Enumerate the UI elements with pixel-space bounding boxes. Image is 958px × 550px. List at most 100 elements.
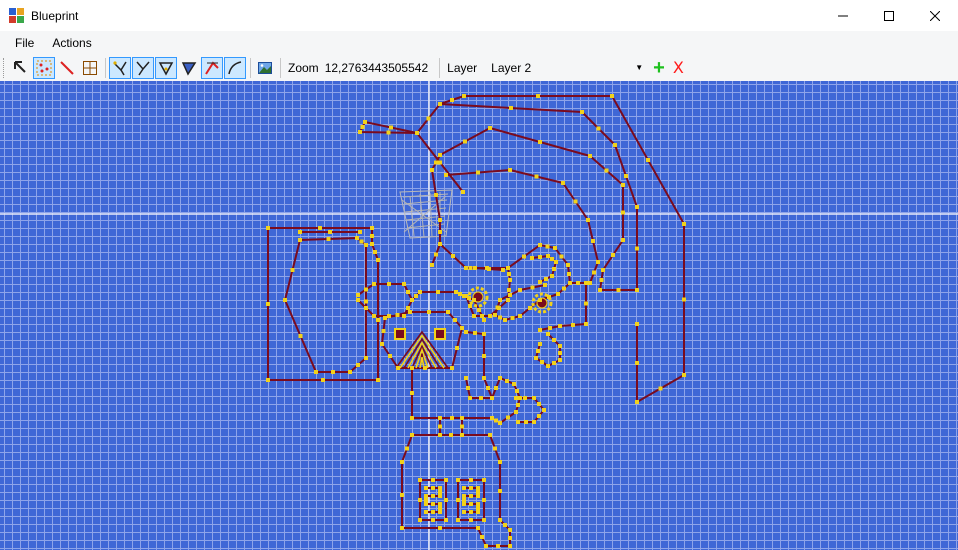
vertex-point <box>503 523 507 527</box>
grid-tool-button[interactable] <box>79 57 101 79</box>
vertex-point <box>479 396 483 400</box>
vertex-point <box>482 318 486 322</box>
vertex-point <box>472 298 476 302</box>
vertex-point <box>376 318 380 322</box>
vertex-point <box>501 268 505 272</box>
vertex-point <box>468 304 472 308</box>
vertex-point <box>418 518 422 522</box>
vertex-point <box>482 332 486 336</box>
maximize-button[interactable] <box>866 0 912 31</box>
vertex-point <box>469 494 473 498</box>
vertex-point <box>406 306 410 310</box>
vertex-point <box>314 370 318 374</box>
minimize-button[interactable] <box>820 0 866 31</box>
vertex-point <box>498 518 502 522</box>
vertex-tool-button[interactable] <box>33 56 55 79</box>
line-tool-button[interactable] <box>56 57 78 79</box>
vertex-point <box>400 526 404 530</box>
toolbar-separator <box>280 57 281 78</box>
vertex-point <box>364 306 368 310</box>
vertex-point <box>400 460 404 464</box>
vertex-point <box>476 170 480 175</box>
vertex-point <box>508 168 512 172</box>
vertex-point <box>464 376 468 380</box>
vertex-point <box>298 334 303 338</box>
vertex-point <box>476 490 480 494</box>
vertex-point <box>536 349 540 353</box>
sector-tool-button[interactable] <box>201 56 223 79</box>
vertex-point <box>376 378 380 382</box>
vertex-point <box>460 326 464 330</box>
vertex-point <box>453 318 457 322</box>
vertex-point <box>424 498 428 502</box>
vertex-point <box>540 360 544 364</box>
join-tool-button[interactable] <box>155 56 177 79</box>
vertex-point <box>592 270 596 275</box>
delete-layer-button[interactable]: X <box>673 58 684 77</box>
vertex-point <box>518 288 522 292</box>
vertex-point <box>469 486 473 490</box>
vertex-point <box>438 506 442 510</box>
toolbar-grip[interactable] <box>3 57 6 78</box>
draw-line-icon <box>60 60 74 75</box>
vertex-point <box>438 502 442 506</box>
vertex-point <box>438 490 442 494</box>
vertex-point <box>468 396 472 400</box>
pillar-marker <box>434 328 446 340</box>
vertex-point <box>538 255 542 259</box>
curve-tool-button[interactable] <box>224 56 246 79</box>
vertex-point <box>507 272 511 276</box>
curve-icon <box>228 60 242 74</box>
vertex-point <box>438 416 442 420</box>
vertex-point <box>380 342 384 346</box>
vertex-point <box>431 518 435 522</box>
vertex-point <box>436 290 440 294</box>
snap-tool-button[interactable] <box>109 56 131 79</box>
vertex-point <box>476 506 480 510</box>
blueprint-walls <box>267 95 685 547</box>
vertex-point <box>321 378 325 382</box>
vertex-point <box>418 478 422 482</box>
vertex-point <box>530 285 535 290</box>
vertex-point <box>505 379 509 383</box>
split-tool-button[interactable] <box>132 56 154 79</box>
vertex-point <box>462 486 466 490</box>
vertex-point <box>604 168 609 173</box>
move-tool-button[interactable] <box>178 57 200 79</box>
vertex-point <box>438 433 442 437</box>
vertex-point <box>418 290 422 294</box>
menu-file[interactable]: File <box>6 34 43 52</box>
close-button[interactable] <box>912 0 958 31</box>
background-image-button[interactable] <box>254 57 276 79</box>
layer-dropdown[interactable]: Layer 2 ▼ <box>487 58 647 78</box>
vertex-point <box>469 502 473 506</box>
vertex-point <box>364 299 368 304</box>
add-layer-button[interactable]: + <box>653 58 665 78</box>
vertex-point <box>360 125 365 129</box>
vertex-point <box>449 433 453 437</box>
wall-line <box>439 418 463 436</box>
vertex-point <box>528 306 532 310</box>
vertex-point <box>568 281 572 285</box>
vertex-point <box>488 314 492 318</box>
vertex-point <box>463 139 467 144</box>
blueprint-canvas[interactable] <box>0 81 958 550</box>
vertex-point <box>550 274 554 278</box>
vertex-point <box>388 354 392 358</box>
wall-line <box>463 487 479 513</box>
vertex-point <box>613 143 617 147</box>
vertex-point <box>558 324 562 328</box>
vertex-point <box>576 281 580 285</box>
vertex-point <box>586 218 590 222</box>
vertex-point <box>438 510 442 514</box>
select-tool-button[interactable] <box>10 57 32 79</box>
menu-actions[interactable]: Actions <box>43 34 100 52</box>
vertex-point <box>621 210 625 215</box>
vertex-point <box>438 153 442 157</box>
vertex-point <box>538 140 542 144</box>
vertex-point <box>514 410 518 414</box>
vertex-point <box>438 424 442 429</box>
vertex-point <box>611 253 615 257</box>
vertex-point <box>444 498 448 502</box>
vertex-point <box>480 314 484 318</box>
